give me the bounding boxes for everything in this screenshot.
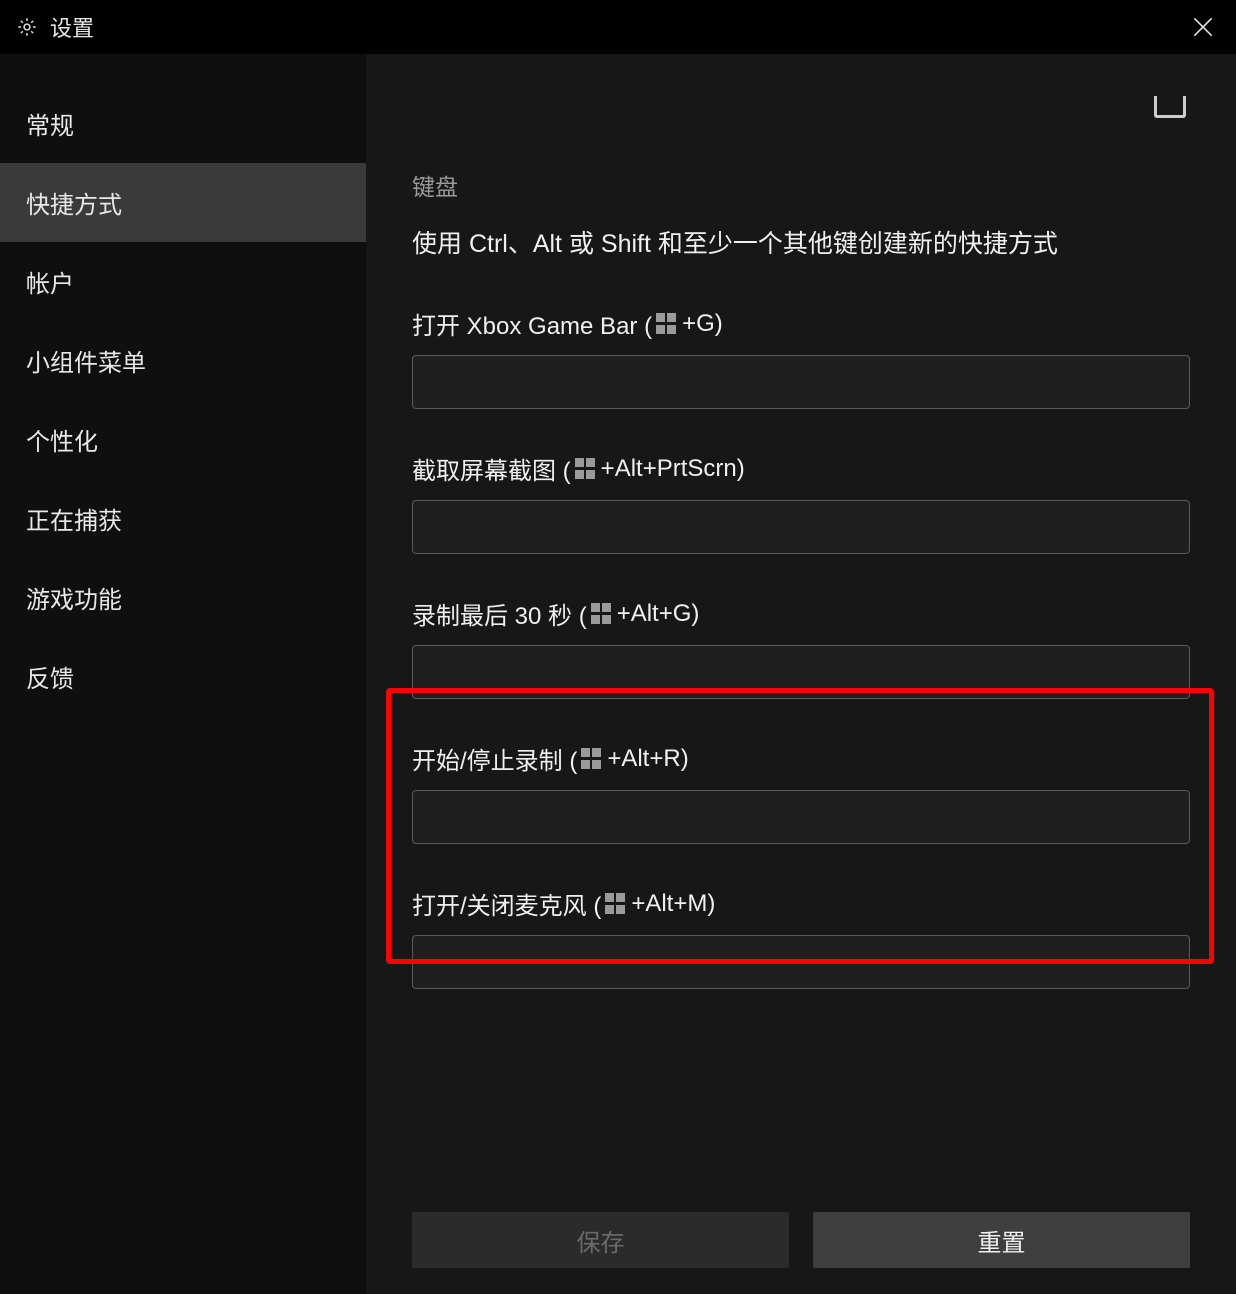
sidebar-item-feedback[interactable]: 反馈 (0, 637, 366, 716)
field-start-stop-record: 开始/停止录制 ( +Alt+R) (412, 741, 1190, 844)
screen-icon (1154, 96, 1186, 118)
gear-icon (16, 16, 38, 38)
windows-key-icon (656, 313, 678, 335)
sidebar-item-widgets[interactable]: 小组件菜单 (0, 321, 366, 400)
section-heading: 键盘 (412, 168, 1190, 202)
windows-key-icon (575, 458, 597, 480)
save-button[interactable]: 保存 (412, 1212, 789, 1268)
field-open-gamebar: 打开 Xbox Game Bar ( +G) (412, 306, 1190, 409)
shortcut-input-start-stop-record[interactable] (412, 790, 1190, 844)
sidebar-item-capturing[interactable]: 正在捕获 (0, 479, 366, 558)
sidebar-item-gaming[interactable]: 游戏功能 (0, 558, 366, 637)
field-screenshot: 截取屏幕截图 ( +Alt+PrtScrn) (412, 451, 1190, 554)
sidebar-item-general[interactable]: 常规 (0, 84, 366, 163)
close-button[interactable] (1188, 12, 1218, 42)
windows-key-icon (581, 748, 603, 770)
shortcut-input-record-last30[interactable] (412, 645, 1190, 699)
windows-key-icon (591, 603, 613, 625)
windows-key-icon (605, 893, 627, 915)
field-label: 开始/停止录制 ( +Alt+R) (412, 741, 1190, 776)
field-label: 截取屏幕截图 ( +Alt+PrtScrn) (412, 451, 1190, 486)
shortcut-input-toggle-mic[interactable] (412, 935, 1190, 989)
window-title: 设置 (50, 11, 94, 43)
sidebar-item-label: 快捷方式 (26, 192, 122, 219)
sidebar-item-label: 正在捕获 (26, 508, 122, 535)
sidebar-item-shortcuts[interactable]: 快捷方式 (0, 163, 366, 242)
field-record-last30: 录制最后 30 秒 ( +Alt+G) (412, 596, 1190, 699)
field-label: 打开/关闭麦克风 ( +Alt+M) (412, 886, 1190, 921)
sidebar-item-label: 小组件菜单 (26, 350, 146, 377)
field-toggle-mic: 打开/关闭麦克风 ( +Alt+M) (412, 886, 1190, 989)
main-content: 键盘 使用 Ctrl、Alt 或 Shift 和至少一个其他键创建新的快捷方式 … (366, 54, 1236, 1294)
field-label: 打开 Xbox Game Bar ( +G) (412, 306, 1190, 341)
sidebar-item-label: 帐户 (26, 271, 74, 298)
titlebar: 设置 (0, 0, 1236, 54)
button-row: 保存 重置 (412, 1212, 1190, 1268)
sidebar-item-label: 反馈 (26, 666, 74, 693)
sidebar-item-account[interactable]: 帐户 (0, 242, 366, 321)
sidebar-item-label: 常规 (26, 113, 74, 140)
section-description: 使用 Ctrl、Alt 或 Shift 和至少一个其他键创建新的快捷方式 (412, 226, 1190, 262)
shortcut-input-screenshot[interactable] (412, 500, 1190, 554)
sidebar-item-personalize[interactable]: 个性化 (0, 400, 366, 479)
shortcut-input-open-gamebar[interactable] (412, 355, 1190, 409)
sidebar-item-label: 游戏功能 (26, 587, 122, 614)
sidebar: 常规 快捷方式 帐户 小组件菜单 个性化 正在捕获 游戏功能 反馈 (0, 54, 366, 1294)
field-label: 录制最后 30 秒 ( +Alt+G) (412, 596, 1190, 631)
reset-button[interactable]: 重置 (813, 1212, 1190, 1268)
sidebar-item-label: 个性化 (26, 429, 98, 456)
